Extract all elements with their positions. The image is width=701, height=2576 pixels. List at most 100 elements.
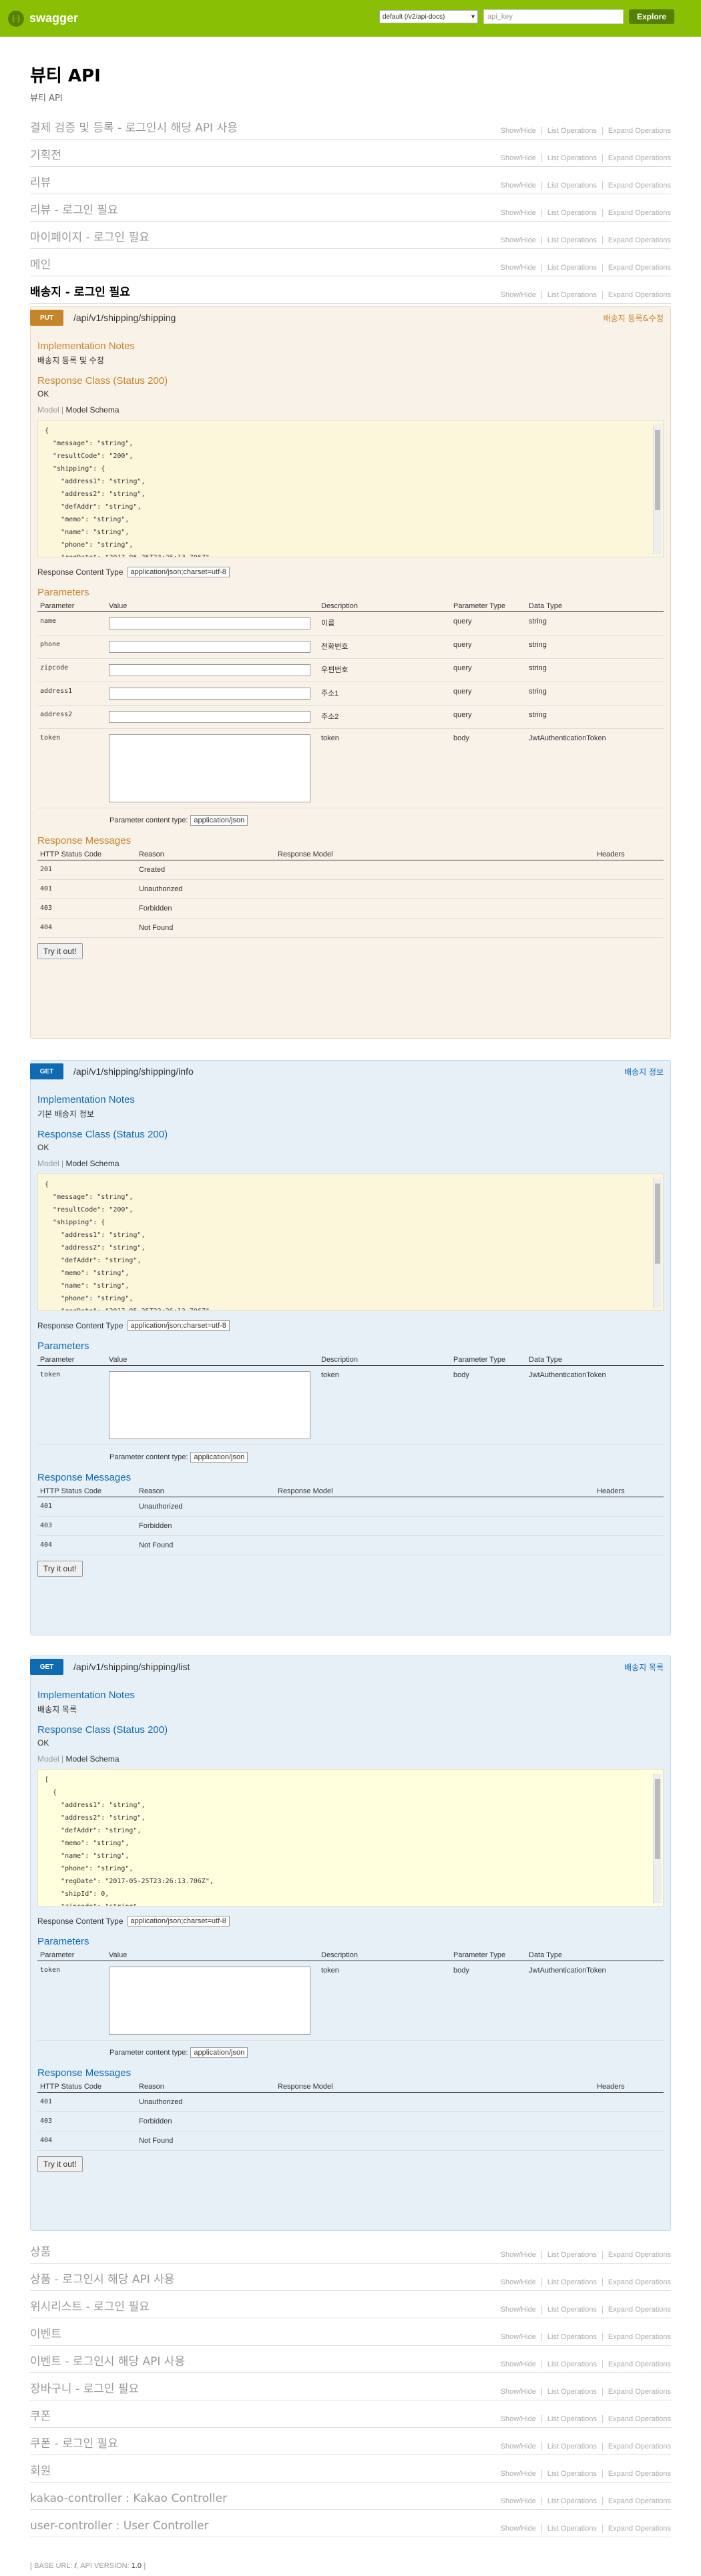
http-method-badge[interactable]: GET [30,1659,63,1675]
model-tab[interactable]: Model [37,1754,59,1764]
expand-operations-link[interactable]: Expand Operations [603,2470,671,2478]
expand-operations-link[interactable]: Expand Operations [603,2525,671,2533]
list-operations-link[interactable]: List Operations [542,264,603,272]
model-schema-tab[interactable]: Model Schema [65,1159,119,1168]
show-hide-link[interactable]: Show/Hide [495,2278,542,2286]
expand-operations-link[interactable]: Expand Operations [603,154,671,162]
token-body-textarea[interactable] [109,1371,310,1439]
show-hide-link[interactable]: Show/Hide [495,2415,542,2423]
spec-select[interactable]: default (/v2/api-docs) ▾ [379,10,478,23]
try-it-out-button[interactable]: Try it out! [37,943,83,959]
resource-name[interactable]: 배송지 - 로그인 필요 [30,282,130,299]
expand-operations-link[interactable]: Expand Operations [603,2388,671,2396]
resource-name[interactable]: 이벤트 [30,2324,61,2341]
swagger-logo[interactable]: {-} swagger [8,10,78,27]
parameter-input[interactable] [109,664,310,676]
api-key-input[interactable]: api_key [483,9,624,24]
show-hide-link[interactable]: Show/Hide [495,291,542,299]
operation-summary[interactable]: 배송지 정보 [624,1066,664,1077]
resource-name[interactable]: 이벤트 - 로그인시 해당 API 사용 [30,2352,185,2368]
list-operations-link[interactable]: List Operations [542,2278,603,2286]
list-operations-link[interactable]: List Operations [542,182,603,190]
list-operations-link[interactable]: List Operations [542,291,603,299]
show-hide-link[interactable]: Show/Hide [495,264,542,272]
operation-summary[interactable]: 배송지 등록&수정 [604,312,664,324]
list-operations-link[interactable]: List Operations [542,2360,603,2368]
show-hide-link[interactable]: Show/Hide [495,2470,542,2478]
resource-name[interactable]: user-controller : User Controller [30,2519,209,2533]
expand-operations-link[interactable]: Expand Operations [603,209,671,217]
resource-name[interactable]: 리뷰 [30,173,51,190]
parameter-input[interactable] [109,711,310,723]
list-operations-link[interactable]: List Operations [542,2306,603,2314]
model-tab[interactable]: Model [37,405,59,415]
http-method-badge[interactable]: GET [30,1063,63,1079]
show-hide-link[interactable]: Show/Hide [495,2306,542,2314]
operation-header[interactable]: GET/api/v1/shipping/shipping/info 배송지 정보 [30,1061,670,1082]
list-operations-link[interactable]: List Operations [542,2333,603,2341]
model-schema-tab[interactable]: Model Schema [65,405,119,415]
model-schema-tab[interactable]: Model Schema [65,1754,119,1764]
resource-name[interactable]: 장바구니 - 로그인 필요 [30,2379,139,2396]
model-schema-example[interactable]: [ { "address1": "string", "address2": "s… [37,1769,664,1906]
response-content-type-select[interactable]: application/json;charset=utf-8 [127,1916,230,1926]
show-hide-link[interactable]: Show/Hide [495,2360,542,2368]
schema-scrollbar[interactable] [653,425,662,554]
operation-summary[interactable]: 배송지 목록 [624,1661,664,1673]
base-url[interactable]: / [75,2562,77,2570]
http-method-badge[interactable]: PUT [30,310,63,326]
resource-name[interactable]: 위시리스트 - 로그인 필요 [30,2297,150,2314]
expand-operations-link[interactable]: Expand Operations [603,2442,671,2451]
schema-scroll-thumb[interactable] [655,430,660,510]
list-operations-link[interactable]: List Operations [542,154,603,162]
resource-name[interactable]: 메인 [30,255,51,272]
schema-scroll-thumb[interactable] [655,1184,660,1264]
list-operations-link[interactable]: List Operations [542,2497,603,2505]
list-operations-link[interactable]: List Operations [542,127,603,135]
expand-operations-link[interactable]: Expand Operations [603,2497,671,2505]
resource-name[interactable]: kakao-controller : Kakao Controller [30,2492,227,2505]
show-hide-link[interactable]: Show/Hide [495,2442,542,2451]
resource-name[interactable]: 상품 [30,2242,51,2259]
model-tab[interactable]: Model [37,1159,59,1168]
show-hide-link[interactable]: Show/Hide [495,127,542,135]
parameter-content-type-select[interactable]: application/json [190,1452,248,1463]
show-hide-link[interactable]: Show/Hide [495,2525,542,2533]
list-operations-link[interactable]: List Operations [542,2251,603,2259]
list-operations-link[interactable]: List Operations [542,236,603,244]
show-hide-link[interactable]: Show/Hide [495,2388,542,2396]
schema-scrollbar[interactable] [653,1774,662,1903]
show-hide-link[interactable]: Show/Hide [495,236,542,244]
parameter-content-type-select[interactable]: application/json [190,2047,248,2058]
parameter-input[interactable] [109,617,310,629]
operation-path[interactable]: /api/v1/shipping/shipping [73,312,176,323]
list-operations-link[interactable]: List Operations [542,2470,603,2478]
resource-name[interactable]: 결제 검증 및 등록 - 로그인시 해당 API 사용 [30,118,238,135]
show-hide-link[interactable]: Show/Hide [495,2497,542,2505]
resource-name[interactable]: 회원 [30,2461,51,2478]
try-it-out-button[interactable]: Try it out! [37,1561,83,1577]
expand-operations-link[interactable]: Expand Operations [603,2278,671,2286]
response-content-type-select[interactable]: application/json;charset=utf-8 [127,567,230,577]
token-body-textarea[interactable] [109,1967,310,2035]
show-hide-link[interactable]: Show/Hide [495,2333,542,2341]
show-hide-link[interactable]: Show/Hide [495,2251,542,2259]
show-hide-link[interactable]: Show/Hide [495,209,542,217]
parameter-input[interactable] [109,641,310,653]
token-body-textarea[interactable] [109,734,310,802]
expand-operations-link[interactable]: Expand Operations [603,182,671,190]
schema-scroll-thumb[interactable] [655,1779,660,1859]
expand-operations-link[interactable]: Expand Operations [603,127,671,135]
model-schema-example[interactable]: { "message": "string", "resultCode": "20… [37,1174,664,1311]
list-operations-link[interactable]: List Operations [542,2388,603,2396]
resource-name[interactable]: 쿠폰 [30,2406,51,2423]
schema-scrollbar[interactable] [653,1178,662,1308]
parameter-input[interactable] [109,688,310,700]
expand-operations-link[interactable]: Expand Operations [603,236,671,244]
show-hide-link[interactable]: Show/Hide [495,182,542,190]
resource-name[interactable]: 상품 - 로그인시 해당 API 사용 [30,2270,174,2286]
explore-button[interactable]: Explore [628,9,674,24]
expand-operations-link[interactable]: Expand Operations [603,2251,671,2259]
list-operations-link[interactable]: List Operations [542,2525,603,2533]
resource-name[interactable]: 마이페이지 - 로그인 필요 [30,228,150,244]
